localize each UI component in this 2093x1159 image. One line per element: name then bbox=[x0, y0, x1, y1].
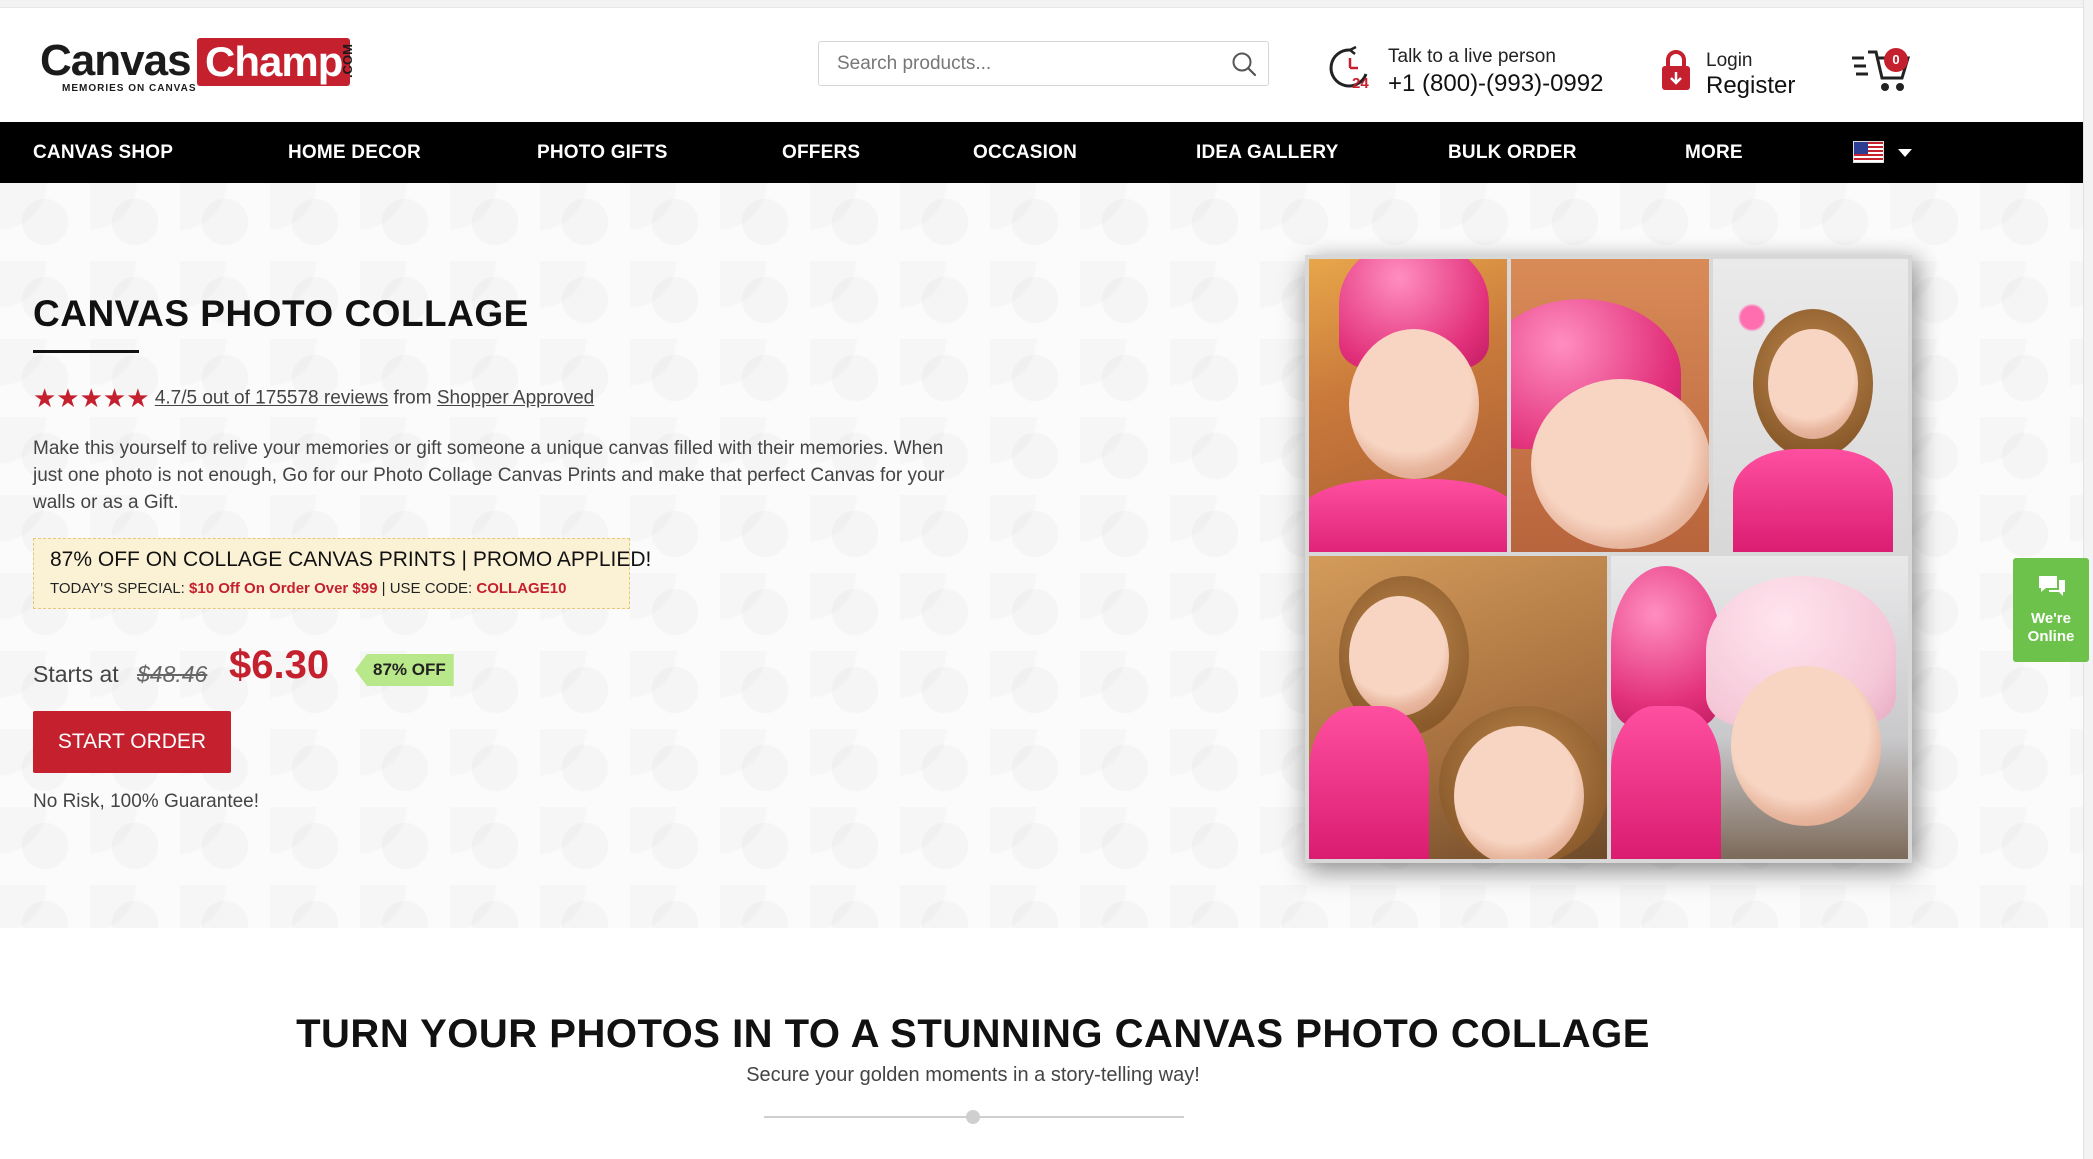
collage-photo bbox=[1309, 556, 1607, 859]
product-description: Make this yourself to relive your memori… bbox=[33, 438, 945, 513]
logo-tagline: MEMORIES ON CANVAS bbox=[62, 83, 197, 94]
section-divider-dot bbox=[966, 1110, 980, 1124]
us-flag-icon[interactable] bbox=[1853, 141, 1884, 163]
collage-canvas-image bbox=[1305, 255, 1912, 863]
promo-banner: 87% OFF ON COLLAGE CANVAS PRINTS | PROMO… bbox=[33, 538, 651, 609]
main-nav: CANVAS SHOP HOME DECOR PHOTO GIFTS OFFER… bbox=[0, 122, 2083, 183]
section-title: TURN YOUR PHOTOS IN TO A STUNNING CANVAS… bbox=[296, 1012, 1650, 1056]
chat-line-2: Online bbox=[2027, 628, 2075, 645]
search-input[interactable] bbox=[819, 42, 1219, 85]
nav-bulk-order[interactable]: BULK ORDER bbox=[1448, 122, 1577, 183]
collage-photo bbox=[1511, 259, 1709, 552]
search-box bbox=[818, 41, 1269, 86]
start-order-button[interactable]: START ORDER bbox=[33, 711, 231, 773]
account-links: Login Register bbox=[1660, 44, 1820, 100]
hero-section: CANVAS PHOTO COLLAGE ★★★★★ 4.7/5 out of … bbox=[0, 183, 2083, 928]
promo-code: COLLAGE10 bbox=[476, 580, 567, 597]
nav-photo-gifts[interactable]: PHOTO GIFTS bbox=[537, 122, 668, 183]
rating-from: from bbox=[393, 387, 432, 409]
title-underline bbox=[33, 350, 139, 353]
sale-price: $6.30 bbox=[229, 643, 330, 687]
shopper-approved-link[interactable]: Shopper Approved bbox=[437, 388, 594, 409]
guarantee-text: No Risk, 100% Guarantee! bbox=[33, 791, 260, 812]
cart-button[interactable]: 0 bbox=[1850, 44, 1918, 96]
nav-canvas-shop[interactable]: CANVAS SHOP bbox=[33, 122, 173, 183]
page-title: CANVAS PHOTO COLLAGE bbox=[33, 293, 529, 334]
original-price: $48.46 bbox=[137, 661, 208, 687]
section-subtitle: Secure your golden moments in a story-te… bbox=[746, 1064, 1200, 1086]
nav-offers[interactable]: OFFERS bbox=[782, 122, 860, 183]
promo-code-label: | USE CODE: bbox=[381, 580, 473, 597]
logo-dotcom: .COM bbox=[340, 44, 355, 78]
chevron-down-icon[interactable] bbox=[1898, 149, 1912, 157]
nav-more[interactable]: MORE bbox=[1685, 122, 1743, 183]
live-chat-widget[interactable]: We're Online bbox=[2013, 558, 2089, 662]
logo-word-canvas: Canvas bbox=[40, 36, 192, 85]
login-link[interactable]: Login bbox=[1706, 50, 1753, 72]
reviews-link[interactable]: 4.7/5 out of 175578 reviews bbox=[155, 388, 388, 409]
browser-top-edge bbox=[0, 0, 2093, 8]
rating-summary: ★★★★★ 4.7/5 out of 175578 reviews from S… bbox=[33, 383, 594, 413]
site-header: Canvas Champ .COM MEMORIES ON CANVAS 24 … bbox=[0, 8, 2083, 122]
canvaschamp-logo[interactable]: Canvas Champ .COM MEMORIES ON CANVAS bbox=[40, 36, 360, 96]
live-support[interactable]: 24 Talk to a live person +1 (800)-(993)-… bbox=[1328, 38, 1628, 98]
collage-photo bbox=[1713, 259, 1908, 552]
promo-headline: 87% OFF ON COLLAGE CANVAS PRINTS | PROMO… bbox=[50, 548, 652, 571]
collage-photo bbox=[1309, 259, 1507, 552]
register-link[interactable]: Register bbox=[1706, 72, 1795, 100]
chat-line-1: We're bbox=[2031, 610, 2071, 627]
support-label: Talk to a live person bbox=[1388, 46, 1556, 67]
promo-special-offer: $10 Off On Order Over $99 bbox=[189, 580, 378, 597]
promo-special-label: TODAY'S SPECIAL: bbox=[50, 580, 185, 597]
clock-24-icon: 24 bbox=[1329, 45, 1369, 92]
svg-text:24: 24 bbox=[1352, 75, 1369, 92]
nav-home-decor[interactable]: HOME DECOR bbox=[288, 122, 421, 183]
nav-occasion[interactable]: OCCASION bbox=[973, 122, 1077, 183]
lock-icon bbox=[1662, 50, 1690, 90]
discount-badge: 87% OFF bbox=[355, 654, 454, 686]
search-icon[interactable] bbox=[1230, 50, 1258, 78]
nav-idea-gallery[interactable]: IDEA GALLERY bbox=[1196, 122, 1338, 183]
rating-stars-icon: ★★★★★ bbox=[33, 383, 150, 413]
support-phone[interactable]: +1 (800)-(993)-0992 bbox=[1388, 70, 1603, 98]
cart-count-badge: 0 bbox=[1884, 48, 1908, 72]
collage-photo bbox=[1611, 556, 1908, 859]
chat-bubble-icon bbox=[2039, 576, 2065, 596]
logo-word-champ: Champ bbox=[197, 38, 351, 86]
starts-at-label: Starts at bbox=[33, 661, 119, 687]
promo-special: TODAY'S SPECIAL: $10 Off On Order Over $… bbox=[50, 580, 566, 597]
